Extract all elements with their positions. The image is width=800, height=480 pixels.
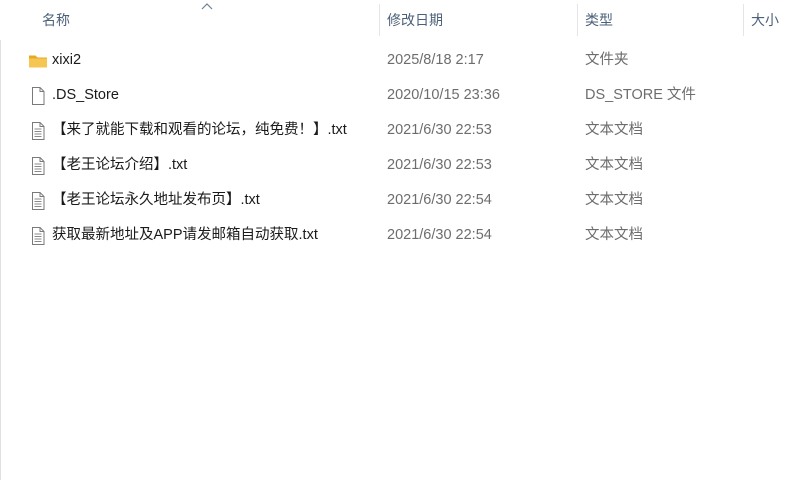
column-header-name[interactable]: 名称 bbox=[42, 0, 70, 40]
sort-ascending-icon bbox=[201, 3, 213, 10]
file-modified-date: 2025/8/18 2:17 bbox=[387, 52, 484, 68]
text-file-icon bbox=[32, 227, 45, 245]
file-row[interactable]: 【老王论坛介绍】.txt 2021/6/30 22:53 文本文档 bbox=[0, 148, 800, 183]
text-file-icon bbox=[32, 122, 45, 140]
column-separator[interactable] bbox=[379, 4, 380, 36]
file-row[interactable]: .DS_Store 2020/10/15 23:36 DS_STORE 文件 bbox=[0, 78, 800, 113]
file-modified-date: 2021/6/30 22:53 bbox=[387, 122, 492, 138]
text-file-icon bbox=[32, 157, 45, 175]
file-type: 文件夹 bbox=[585, 52, 629, 68]
blank-file-icon bbox=[32, 87, 45, 105]
file-name: xixi2 bbox=[52, 52, 82, 68]
file-row[interactable]: 【老王论坛永久地址发布页】.txt 2021/6/30 22:54 文本文档 bbox=[0, 183, 800, 218]
file-type: 文本文档 bbox=[585, 227, 643, 243]
column-separator[interactable] bbox=[743, 4, 744, 36]
text-file-icon bbox=[32, 192, 45, 210]
file-list: xixi2 2025/8/18 2:17 文件夹 .DS_Store 2020/… bbox=[0, 43, 800, 253]
file-type: 文本文档 bbox=[585, 192, 643, 208]
file-row[interactable]: 【来了就能下载和观看的论坛，纯免费！】.txt 2021/6/30 22:53 … bbox=[0, 113, 800, 148]
file-name: 【来了就能下载和观看的论坛，纯免费！】.txt bbox=[52, 122, 347, 138]
column-header-date[interactable]: 修改日期 bbox=[387, 0, 443, 40]
file-type: DS_STORE 文件 bbox=[585, 87, 696, 103]
file-modified-date: 2021/6/30 22:53 bbox=[387, 157, 492, 173]
column-header-type[interactable]: 类型 bbox=[585, 0, 613, 40]
file-name: 获取最新地址及APP请发邮箱自动获取.txt bbox=[52, 227, 318, 243]
folder-icon bbox=[29, 55, 47, 68]
file-type: 文本文档 bbox=[585, 122, 643, 138]
file-name: .DS_Store bbox=[52, 87, 119, 103]
file-row[interactable]: xixi2 2025/8/18 2:17 文件夹 bbox=[0, 43, 800, 78]
column-separator[interactable] bbox=[577, 4, 578, 36]
column-header-bar: 名称 修改日期 类型 大小 bbox=[0, 0, 800, 40]
file-explorer-window: 名称 修改日期 类型 大小 xixi2 2025/8/18 2:17 文件夹 .… bbox=[0, 0, 800, 480]
file-row[interactable]: 获取最新地址及APP请发邮箱自动获取.txt 2021/6/30 22:54 文… bbox=[0, 218, 800, 253]
file-name: 【老王论坛介绍】.txt bbox=[52, 157, 188, 173]
file-name: 【老王论坛永久地址发布页】.txt bbox=[52, 192, 260, 208]
file-modified-date: 2021/6/30 22:54 bbox=[387, 227, 492, 243]
file-modified-date: 2020/10/15 23:36 bbox=[387, 87, 500, 103]
column-header-size[interactable]: 大小 bbox=[751, 0, 779, 40]
file-type: 文本文档 bbox=[585, 157, 643, 173]
file-modified-date: 2021/6/30 22:54 bbox=[387, 192, 492, 208]
